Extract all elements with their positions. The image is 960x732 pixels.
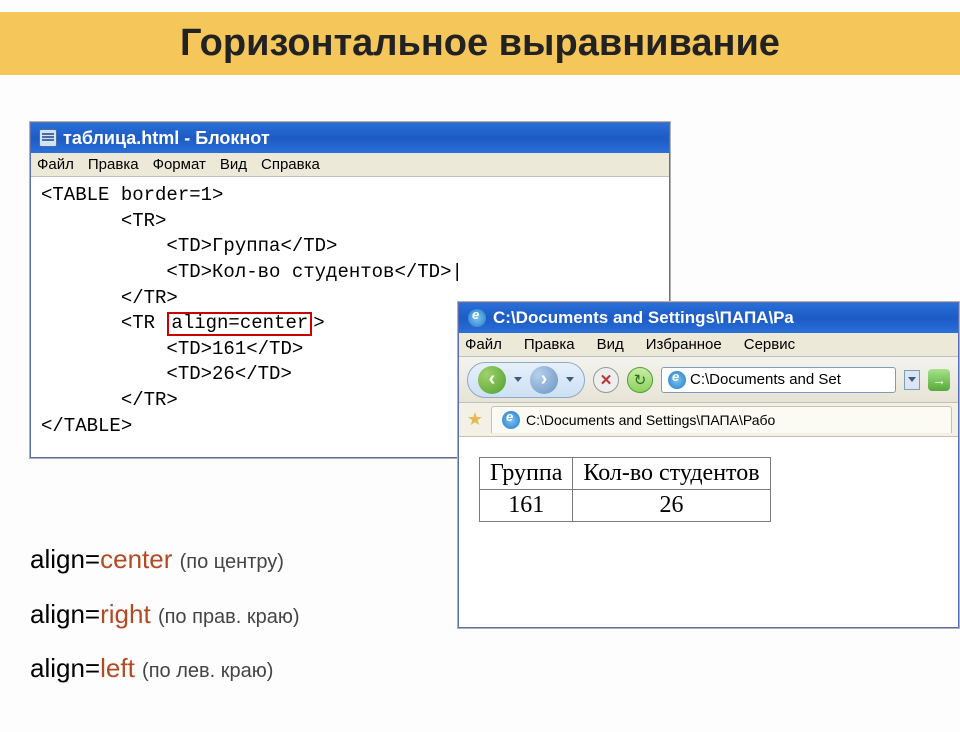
ie-titlebar: C:\Documents and Settings\ПАПА\Ра [459, 303, 958, 333]
code-line: > [313, 312, 324, 334]
table-cell: Группа [480, 458, 573, 490]
ie-page-icon [668, 371, 686, 389]
table-row: Группа Кол-во студентов [480, 458, 771, 490]
menu-format[interactable]: Формат [153, 156, 206, 173]
legend-note: (по лев. краю) [142, 660, 273, 682]
code-line: <TD>26</TD> [41, 363, 292, 385]
table-cell: 161 [480, 490, 573, 522]
ie-menu-file[interactable]: Файл [465, 336, 502, 353]
ie-title-text: C:\Documents and Settings\ПАПА\Ра [493, 308, 794, 328]
refresh-button[interactable]: ↻ [627, 367, 653, 393]
table-cell: 26 [573, 490, 770, 522]
ie-menu-edit[interactable]: Правка [524, 336, 575, 353]
address-dropdown[interactable] [904, 370, 920, 390]
code-line: <TR> [41, 210, 166, 232]
legend-line: align=left (по лев. краю) [30, 641, 300, 696]
code-line: <TD>Группа</TD> [41, 235, 337, 257]
notepad-titlebar: таблица.html - Блокнот [31, 123, 669, 153]
alignment-legend: align=center (по центру) align=right (по… [30, 532, 300, 696]
code-line: </TR> [41, 389, 178, 411]
ie-menu-view[interactable]: Вид [597, 336, 624, 353]
page-title: Горизонтальное выравнивание [0, 12, 960, 75]
menu-help[interactable]: Справка [261, 156, 320, 173]
rendered-table: Группа Кол-во студентов 161 26 [479, 457, 771, 522]
back-button[interactable] [478, 366, 506, 394]
code-line: <TD>161</TD> [41, 338, 303, 360]
tab-ie-icon [502, 411, 520, 429]
ie-menu-favorites[interactable]: Избранное [646, 336, 722, 353]
legend-note: (по центру) [180, 551, 284, 573]
address-bar[interactable]: C:\Documents and Set [661, 367, 896, 393]
go-button[interactable] [928, 369, 950, 391]
legend-keyword: align= [30, 544, 100, 574]
code-line: <TR [41, 312, 166, 334]
ie-toolbar: ✕ ↻ C:\Documents and Set [459, 357, 958, 403]
legend-keyword: align= [30, 599, 100, 629]
code-line: <TD>Кол-во студентов</TD>| [41, 261, 463, 283]
legend-line: align=right (по прав. краю) [30, 587, 300, 642]
favorites-star-icon[interactable]: ★ [465, 410, 485, 430]
browser-tab[interactable]: C:\Documents and Settings\ПАПА\Рабо [491, 406, 952, 433]
ie-menu-tools[interactable]: Сервис [744, 336, 795, 353]
code-line: <TABLE border=1> [41, 184, 223, 206]
table-row: 161 26 [480, 490, 771, 522]
notepad-icon [39, 129, 57, 147]
code-line: </TR> [41, 287, 178, 309]
legend-note: (по прав. краю) [158, 606, 300, 628]
tab-title: C:\Documents and Settings\ПАПА\Рабо [526, 412, 775, 428]
notepad-title-text: таблица.html - Блокнот [63, 128, 270, 149]
forward-button[interactable] [530, 366, 558, 394]
back-dropdown-icon[interactable] [514, 377, 522, 382]
highlighted-attr: align=center [167, 312, 312, 336]
legend-value: right [100, 599, 151, 629]
ie-tabbar: ★ C:\Documents and Settings\ПАПА\Рабо [459, 403, 958, 437]
legend-value: left [100, 653, 135, 683]
notepad-menubar: Файл Правка Формат Вид Справка [31, 153, 669, 177]
legend-keyword: align= [30, 653, 100, 683]
ie-menubar: Файл Правка Вид Избранное Сервис [459, 333, 958, 357]
menu-file[interactable]: Файл [37, 156, 74, 173]
forward-dropdown-icon[interactable] [566, 377, 574, 382]
ie-icon [467, 308, 487, 328]
menu-edit[interactable]: Правка [88, 156, 139, 173]
address-text: C:\Documents and Set [690, 371, 841, 388]
ie-page-content: Группа Кол-во студентов 161 26 [459, 437, 958, 627]
legend-line: align=center (по центру) [30, 532, 300, 587]
table-cell: Кол-во студентов [573, 458, 770, 490]
code-line: </TABLE> [41, 415, 132, 437]
stop-button[interactable]: ✕ [593, 367, 619, 393]
legend-value: center [100, 544, 172, 574]
ie-window: C:\Documents and Settings\ПАПА\Ра Файл П… [458, 302, 959, 628]
nav-buttons-group [467, 362, 585, 398]
menu-view[interactable]: Вид [220, 156, 247, 173]
